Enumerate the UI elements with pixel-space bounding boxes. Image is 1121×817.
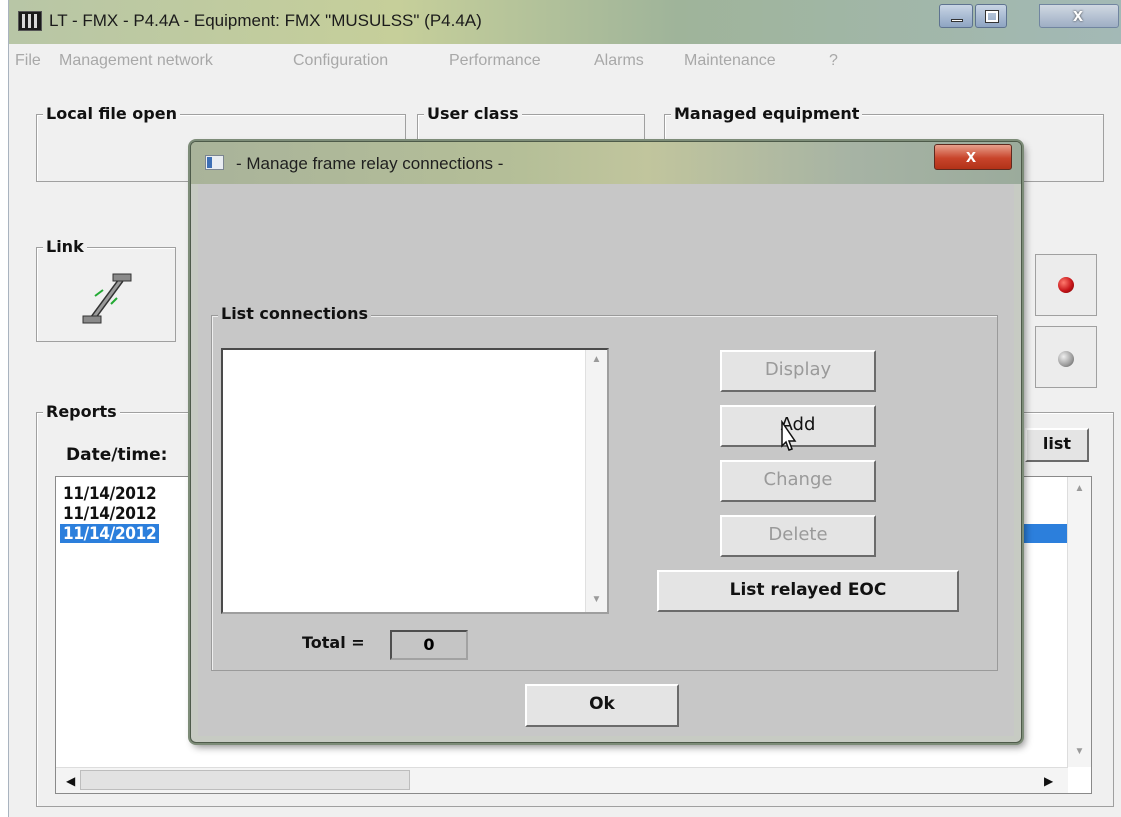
menu-performance[interactable]: Performance bbox=[449, 52, 541, 70]
list-relayed-eoc-button[interactable]: List relayed EOC bbox=[657, 570, 959, 612]
connections-vertical-scrollbar[interactable]: ▲ ▼ bbox=[585, 350, 607, 612]
date-time-label: Date/time: bbox=[66, 445, 168, 465]
mouse-pointer-icon bbox=[781, 420, 797, 451]
display-button[interactable]: Display bbox=[720, 350, 876, 392]
user-class-label: User class bbox=[424, 104, 522, 123]
status-indicator-box bbox=[1035, 326, 1097, 388]
dialog-close-button[interactable]: x bbox=[934, 144, 1012, 170]
ok-button[interactable]: Ok bbox=[525, 684, 679, 727]
report-row[interactable]: 11/14/2012 bbox=[60, 504, 159, 524]
horizontal-scroll-thumb[interactable] bbox=[80, 770, 410, 790]
scroll-right-arrow-icon[interactable]: ▶ bbox=[1044, 774, 1053, 788]
window-title: LT - FMX - P4.4A - Equipment: FMX "MUSUL… bbox=[49, 11, 482, 30]
scroll-down-arrow-icon[interactable]: ▼ bbox=[586, 590, 607, 610]
maximize-icon bbox=[985, 10, 999, 23]
close-icon: x bbox=[966, 146, 977, 166]
list-connections-label: List connections bbox=[218, 304, 372, 323]
close-window-button[interactable]: x bbox=[1039, 4, 1119, 28]
maximize-button[interactable] bbox=[975, 4, 1007, 28]
managed-equipment-label: Managed equipment bbox=[671, 104, 863, 123]
link-label: Link bbox=[43, 237, 87, 256]
dialog-title: - Manage frame relay connections - bbox=[236, 154, 504, 173]
connections-list[interactable]: ▲ ▼ bbox=[221, 348, 609, 614]
report-row-selection-highlight bbox=[1016, 524, 1068, 543]
dialog-window-icon[interactable] bbox=[205, 155, 224, 170]
total-value: 0 bbox=[390, 630, 468, 660]
app-icon[interactable] bbox=[18, 11, 42, 31]
menu-help[interactable]: ? bbox=[829, 52, 838, 70]
close-icon: x bbox=[1073, 5, 1084, 25]
scroll-down-arrow-icon[interactable]: ▼ bbox=[1069, 742, 1090, 762]
total-label: Total = bbox=[302, 633, 365, 652]
list-button[interactable]: list bbox=[1025, 428, 1089, 462]
change-button[interactable]: Change bbox=[720, 460, 876, 502]
report-row[interactable]: 11/14/2012 bbox=[60, 484, 159, 504]
menu-configuration[interactable]: Configuration bbox=[293, 52, 388, 70]
report-row-selected[interactable]: 11/14/2012 bbox=[60, 524, 160, 544]
scroll-left-arrow-icon[interactable]: ◀ bbox=[66, 774, 75, 788]
minimize-icon bbox=[951, 19, 963, 22]
list-connections-group: List connections ▲ ▼ Display Add Change … bbox=[211, 304, 998, 671]
menu-file[interactable]: File bbox=[15, 52, 41, 70]
minimize-button[interactable] bbox=[939, 4, 973, 28]
reports-label: Reports bbox=[43, 402, 120, 421]
scroll-up-arrow-icon[interactable]: ▲ bbox=[586, 350, 607, 370]
red-status-light-icon bbox=[1058, 277, 1074, 293]
menu-alarms[interactable]: Alarms bbox=[594, 52, 644, 70]
main-titlebar[interactable]: LT - FMX - P4.4A - Equipment: FMX "MUSUL… bbox=[9, 0, 1121, 44]
report-vertical-scrollbar[interactable]: ▲ ▼ bbox=[1067, 477, 1091, 767]
dialog-titlebar[interactable]: - Manage frame relay connections - x bbox=[191, 142, 1021, 184]
alarm-indicator-box bbox=[1035, 254, 1097, 316]
link-icon[interactable] bbox=[77, 270, 137, 328]
report-horizontal-scrollbar[interactable]: ◀ ▶ bbox=[56, 767, 1068, 793]
delete-button[interactable]: Delete bbox=[720, 515, 876, 557]
local-file-label: Local file open bbox=[43, 104, 180, 123]
dialog-body: List connections ▲ ▼ Display Add Change … bbox=[198, 184, 1014, 736]
menu-maintenance[interactable]: Maintenance bbox=[684, 52, 776, 70]
menu-bar: File Management network Configuration Pe… bbox=[9, 44, 1121, 80]
grey-status-light-icon bbox=[1058, 351, 1074, 367]
scroll-up-arrow-icon[interactable]: ▲ bbox=[1069, 479, 1090, 499]
link-group: Link bbox=[36, 237, 176, 342]
menu-management-network[interactable]: Management network bbox=[59, 52, 213, 70]
manage-frame-relay-dialog: - Manage frame relay connections - x Lis… bbox=[190, 141, 1022, 743]
